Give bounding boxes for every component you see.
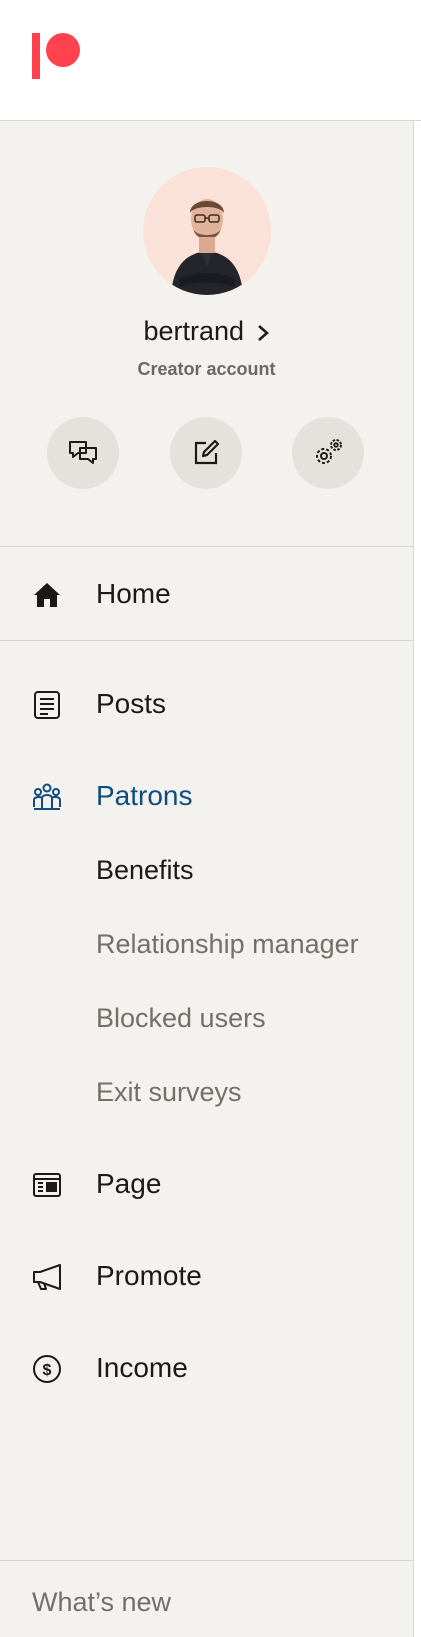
messages-button[interactable] — [47, 417, 119, 489]
divider — [0, 640, 413, 641]
avatar-photo — [143, 167, 271, 295]
chat-bubbles-icon — [69, 441, 97, 464]
patreon-logo-icon[interactable] — [32, 33, 82, 79]
subnav-relationship-manager[interactable]: Relationship manager — [96, 929, 359, 960]
creator-name: bertrand — [143, 316, 245, 346]
settings-gears-icon — [316, 439, 342, 464]
home-icon — [34, 583, 60, 607]
nav-posts-label: Posts — [96, 688, 167, 719]
page-icon — [33, 1173, 61, 1197]
settings-button[interactable] — [292, 417, 364, 489]
patrons-icon — [33, 783, 61, 810]
edit-icon — [194, 439, 220, 465]
subnav-blocked-users[interactable]: Blocked users — [96, 1003, 266, 1034]
avatar[interactable] — [143, 167, 271, 295]
nav-posts[interactable]: Posts — [0, 674, 413, 734]
top-bar — [0, 0, 421, 121]
chevron-right-icon — [257, 324, 269, 341]
nav-page[interactable]: Page — [0, 1154, 413, 1214]
profile-section: bertrand Creator account — [0, 121, 413, 546]
dollar-circle-icon: $ — [33, 1355, 61, 1383]
subnav-exit-surveys[interactable]: Exit surveys — [96, 1077, 242, 1108]
nav-promote-label: Promote — [96, 1260, 202, 1291]
whats-new-link[interactable]: What’s new — [32, 1587, 171, 1618]
nav-patrons-label: Patrons — [96, 780, 193, 811]
divider — [0, 1560, 413, 1561]
nav-promote[interactable]: Promote — [0, 1246, 413, 1306]
posts-icon — [34, 691, 60, 719]
subnav-benefits[interactable]: Benefits — [96, 855, 194, 886]
nav-home[interactable]: Home — [0, 564, 413, 624]
megaphone-icon — [33, 1264, 61, 1290]
nav-patrons[interactable]: Patrons — [0, 766, 413, 826]
nav-income[interactable]: $ Income — [0, 1338, 413, 1398]
account-type-label: Creator account — [137, 359, 276, 379]
nav-home-label: Home — [96, 578, 171, 609]
sidebar: bertrand Creator account Home Posts Patr… — [0, 121, 414, 1637]
content-edge — [414, 121, 421, 1637]
svg-text:$: $ — [43, 1362, 52, 1379]
divider — [0, 546, 413, 547]
nav-page-label: Page — [96, 1168, 162, 1199]
nav-income-label: Income — [96, 1352, 188, 1383]
creator-name-link[interactable]: bertrand — [0, 316, 413, 347]
create-post-button[interactable] — [170, 417, 242, 489]
